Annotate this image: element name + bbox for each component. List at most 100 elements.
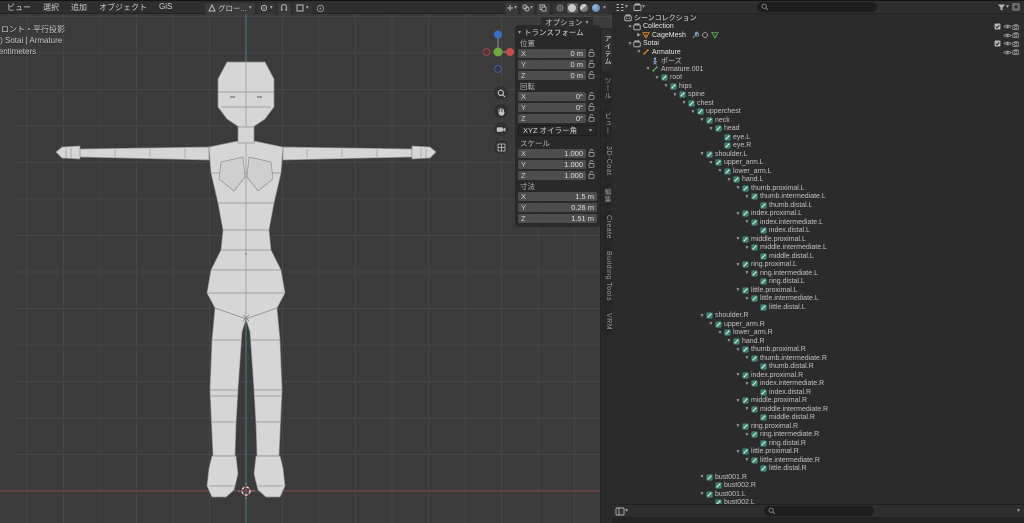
checkbox-toggle[interactable] [993, 23, 1002, 32]
filter-dropdown[interactable]: ▾ [997, 3, 1009, 12]
menu-ビュー[interactable]: ビュー [2, 1, 36, 14]
show-overlays-dropdown[interactable]: ▾ [521, 3, 534, 14]
tab-Create[interactable]: Create [602, 210, 612, 244]
camera-toggle[interactable] [1012, 23, 1021, 32]
outliner-row-middle.intermediate.L[interactable]: ▼middle.intermediate.L [612, 244, 1024, 253]
camera-toggle[interactable] [1012, 48, 1021, 57]
eye-toggle[interactable] [1003, 23, 1012, 32]
properties-editor-type-dropdown[interactable]: ▾ [612, 507, 628, 516]
outliner-row-ring.distal.R[interactable]: ring.distal.R [612, 439, 1024, 448]
outliner-row-shoulder.R[interactable]: ▼shoulder.R [612, 312, 1024, 321]
transform-panel-header[interactable]: ▾ トランスフォーム [518, 27, 597, 38]
outliner-row-little.intermediate.L[interactable]: ▼little.intermediate.L [612, 295, 1024, 304]
camera-toggle[interactable] [1012, 40, 1021, 49]
value-field[interactable]: X0° [518, 92, 586, 101]
outliner-row-Sotai[interactable]: ▼Sotai [612, 40, 1024, 49]
gizmo-x-axis[interactable] [506, 48, 514, 56]
menu-GiS[interactable]: GiS [154, 1, 177, 14]
outliner-row-little.intermediate.R[interactable]: ▼little.intermediate.R [612, 456, 1024, 465]
options-icon[interactable]: ▾ [1017, 508, 1024, 514]
lock-icon[interactable] [586, 149, 597, 157]
outliner-row-middle.intermediate.R[interactable]: ▼middle.intermediate.R [612, 405, 1024, 414]
outliner-row-little.proximal.L[interactable]: ▼little.proximal.L [612, 286, 1024, 295]
tab-Building Tools[interactable]: Building Tools [602, 246, 612, 306]
outliner-row-upper_arm.R[interactable]: ▼upper_arm.R [612, 320, 1024, 329]
value-field[interactable]: X1.000 [518, 149, 586, 158]
outliner-row-ring.distal.L[interactable]: ring.distal.L [612, 278, 1024, 287]
outliner-row-eye.L[interactable]: eye.L [612, 133, 1024, 142]
outliner-row-little.proximal.R[interactable]: ▼little.proximal.R [612, 448, 1024, 457]
outliner-row-lower_arm.R[interactable]: ▼lower_arm.R [612, 329, 1024, 338]
shading-solid-button[interactable] [567, 3, 578, 13]
outliner-row-head[interactable]: ▼head [612, 125, 1024, 134]
outliner-row-middle.distal.R[interactable]: middle.distal.R [612, 414, 1024, 423]
outliner-search-input[interactable] [757, 2, 877, 12]
outliner-row-root[interactable]: ▼root [612, 74, 1024, 83]
tab-3D-Coat[interactable]: 3D-Coat [602, 141, 612, 181]
menu-選択[interactable]: 選択 [38, 1, 64, 14]
xray-toggle[interactable] [537, 3, 550, 14]
outliner-row-index.distal.R[interactable]: index.distal.R [612, 388, 1024, 397]
outliner-row-thumb.distal.R[interactable]: thumb.distal.R [612, 363, 1024, 372]
lock-icon[interactable] [586, 160, 597, 168]
shading-wireframe-button[interactable] [555, 3, 566, 13]
outliner-row-hand.R[interactable]: ▼hand.R [612, 337, 1024, 346]
zoom-tool-button[interactable] [494, 86, 508, 100]
shading-rendered-button[interactable] [591, 3, 602, 13]
outliner-row-eye.R[interactable]: eye.R [612, 142, 1024, 151]
outliner-row-little.distal.R[interactable]: little.distal.R [612, 465, 1024, 474]
transform-orientation-dropdown[interactable]: グロー... ▾ [205, 3, 255, 14]
outliner-row-upperchest[interactable]: ▼upperchest [612, 108, 1024, 117]
tab-ツール[interactable]: ツール [602, 72, 612, 105]
gizmo-neg-z-axis[interactable] [495, 66, 502, 73]
menu-追加[interactable]: 追加 [66, 1, 92, 14]
outliner-row-thumb.intermediate.L[interactable]: ▼thumb.intermediate.L [612, 193, 1024, 202]
outliner-row-ring.intermediate.R[interactable]: ▼ring.intermediate.R [612, 431, 1024, 440]
eye-toggle[interactable] [1003, 40, 1012, 49]
outliner-row-bust002.R[interactable]: bust002.R [612, 482, 1024, 491]
options-dropdown[interactable]: オプション ▾ [541, 17, 593, 28]
show-gizmo-dropdown[interactable]: ▾ [505, 3, 518, 14]
outliner-row-thumb.proximal.R[interactable]: ▼thumb.proximal.R [612, 346, 1024, 355]
outliner-row-index.distal.L[interactable]: index.distal.L [612, 227, 1024, 236]
value-field[interactable]: Y0.26 m [518, 203, 597, 212]
viewport-canvas[interactable]: フロント・平行投影 (1) Sotai | Armature Centimete… [0, 14, 612, 523]
outliner-row-thumb.proximal.L[interactable]: ▼thumb.proximal.L [612, 184, 1024, 193]
lock-icon[interactable] [586, 171, 597, 179]
shading-material-button[interactable] [579, 3, 590, 13]
value-field[interactable]: Z1.51 m [518, 214, 597, 223]
navigation-gizmo[interactable] [482, 26, 516, 78]
outliner-row-bust001.L[interactable]: ▼bust001.L [612, 490, 1024, 499]
outliner-row-middle.distal.L[interactable]: middle.distal.L [612, 252, 1024, 261]
proportional-editing-toggle[interactable] [314, 3, 327, 14]
outliner-row-spine[interactable]: ▼spine [612, 91, 1024, 100]
outliner-row-lower_arm.L[interactable]: ▼lower_arm.L [612, 167, 1024, 176]
pan-hand-button[interactable] [494, 104, 508, 118]
outliner-row-CageMesh[interactable]: ▶CageMesh [612, 31, 1024, 40]
menu-オブジェクト[interactable]: オブジェクト [94, 1, 152, 14]
display-mode-dropdown[interactable]: ▾ [633, 3, 645, 12]
lock-icon[interactable] [586, 49, 597, 57]
tab-VRM[interactable]: VRM [602, 308, 612, 335]
gizmo-z-axis[interactable] [494, 31, 502, 39]
value-field[interactable]: Y0° [518, 103, 586, 112]
tab-ビュー[interactable]: ビュー [602, 107, 612, 140]
eye-toggle[interactable] [1003, 31, 1012, 40]
lock-icon[interactable] [586, 103, 597, 111]
value-field[interactable]: X0 m [518, 49, 586, 58]
value-field[interactable]: Z1.000 [518, 171, 586, 180]
checkbox-toggle[interactable] [993, 40, 1002, 49]
editor-type-dropdown[interactable]: ▾ [615, 3, 628, 12]
outliner-row-shoulder.L[interactable]: ▼shoulder.L [612, 150, 1024, 159]
gizmo-y-axis[interactable] [494, 48, 503, 57]
outliner-row-index.intermediate.L[interactable]: ▼index.intermediate.L [612, 218, 1024, 227]
outliner-row-ポーズ[interactable]: ポーズ [612, 57, 1024, 66]
outliner-row-thumb.intermediate.R[interactable]: ▼thumb.intermediate.R [612, 354, 1024, 363]
outliner-row-thumb.distal.L[interactable]: thumb.distal.L [612, 201, 1024, 210]
value-field[interactable]: Y0 m [518, 60, 586, 69]
lock-icon[interactable] [586, 71, 597, 79]
value-field[interactable]: Z0 m [518, 71, 586, 80]
snap-magnet-toggle[interactable] [278, 3, 291, 14]
outliner-row-ring.proximal.R[interactable]: ▼ring.proximal.R [612, 422, 1024, 431]
outliner-row-ring.intermediate.L[interactable]: ▼ring.intermediate.L [612, 269, 1024, 278]
